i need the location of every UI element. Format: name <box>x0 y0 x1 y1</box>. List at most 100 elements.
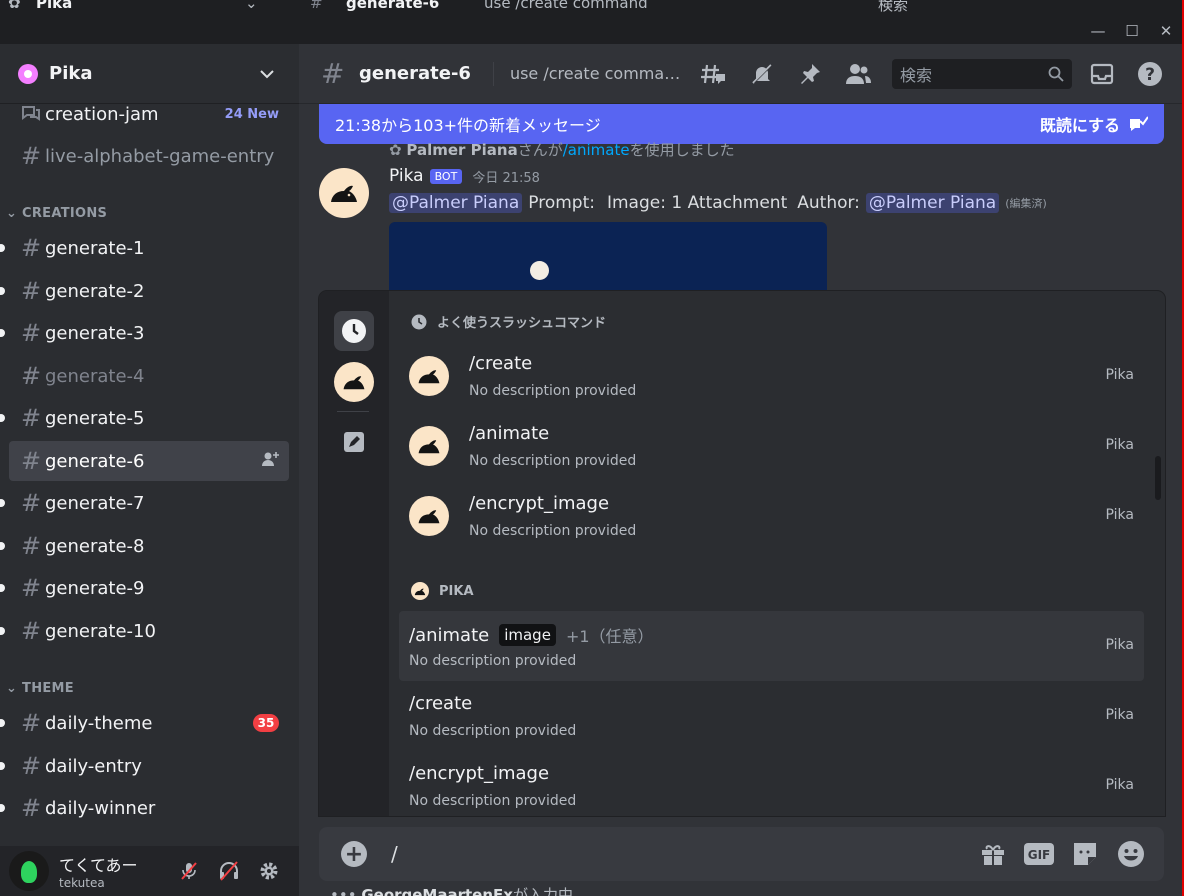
sidebar-item-creation-jam[interactable]: creation-jam 24 New <box>9 94 289 134</box>
add-user-icon[interactable] <box>261 451 279 471</box>
headset-deafened-icon[interactable] <box>209 853 249 889</box>
user-info[interactable]: てくてあー tekutea <box>59 852 169 890</box>
new-messages-banner[interactable]: 21:38から103+件の新着メッセージ 既読にする <box>319 104 1164 144</box>
command-option-animate[interactable]: /animate No description provided Pika <box>399 411 1144 481</box>
hash-icon: # <box>21 709 42 737</box>
recent-clock-icon[interactable] <box>334 311 374 351</box>
channel-label: generate-2 <box>45 280 145 302</box>
sidebar-item-daily-entry[interactable]: # daily-entry <box>0 746 289 786</box>
notification-muted-icon[interactable] <box>738 54 786 94</box>
close-icon[interactable]: ✕ <box>1149 18 1183 44</box>
help-icon[interactable]: ? <box>1126 54 1174 94</box>
command-name: /encrypt_image <box>409 763 550 784</box>
channel-header: # generate-6 use /create command... 検索 ? <box>299 44 1184 104</box>
author-mention[interactable]: @Palmer Piana <box>865 193 1000 213</box>
scrollbar-thumb[interactable] <box>1155 456 1161 500</box>
sticker-icon[interactable] <box>1062 836 1108 872</box>
threads-icon[interactable] <box>690 54 738 94</box>
unread-dot <box>0 804 5 812</box>
command-option-animate-selected[interactable]: /animate image +1（任意） No description pro… <box>399 611 1144 681</box>
maximize-icon[interactable]: ☐ <box>1115 18 1149 44</box>
unread-dot <box>0 499 5 507</box>
command-option-encrypt-image[interactable]: /encrypt_image No description provided P… <box>399 481 1144 551</box>
command-name: /animate <box>469 423 550 444</box>
pin-icon[interactable] <box>786 54 834 94</box>
sidebar-item-daily-theme[interactable]: # daily-theme 35 <box>0 703 289 743</box>
emoji-icon[interactable] <box>1108 836 1154 872</box>
sidebar-item-generate-9[interactable]: # generate-9 <box>0 568 289 608</box>
command-reply-context[interactable]: ✿ Palmer Pianaさんが/animateを使用しました <box>389 139 735 160</box>
gift-icon[interactable] <box>970 836 1016 872</box>
user-mention[interactable]: @Palmer Piana <box>389 193 523 213</box>
command-option-encrypt-image[interactable]: /encrypt_image No description provided P… <box>399 751 1144 816</box>
sidebar-item-generate-7[interactable]: # generate-7 <box>0 483 289 523</box>
hash-icon: # <box>21 362 42 390</box>
sidebar-item-generate-1[interactable]: # generate-1 <box>0 228 289 268</box>
reply-command[interactable]: /animate <box>563 141 630 159</box>
command-required-option: image <box>499 624 556 646</box>
hash-icon: # <box>21 277 42 305</box>
sidebar-item-generate-3[interactable]: # generate-3 <box>0 313 289 353</box>
message-image-attachment[interactable] <box>389 222 827 292</box>
pika-bot-avatar[interactable] <box>319 168 369 218</box>
mark-as-read-label: 既読にする <box>1039 116 1120 135</box>
command-source: Pika <box>1105 707 1134 723</box>
channel-label: live-alphabet-game-entry <box>45 145 275 167</box>
sidebar-item-live-alphabet-game-entry[interactable]: # live-alphabet-game-entry <box>9 136 289 176</box>
command-description: No description provided <box>409 793 577 809</box>
mic-muted-icon[interactable] <box>169 853 209 889</box>
sidebar-item-generate-5[interactable]: # generate-5 <box>0 398 289 438</box>
sidebar-item-generate-2[interactable]: # generate-2 <box>0 271 289 311</box>
chevron-down-icon[interactable] <box>259 64 299 83</box>
member-list-icon[interactable] <box>834 54 882 94</box>
ghost-server-icon: ✿ <box>8 0 21 12</box>
edited-tag: (編集済) <box>1005 197 1047 210</box>
message-composer[interactable]: + / GIF <box>319 827 1164 881</box>
message-input[interactable]: / <box>391 842 970 866</box>
svg-text:GIF: GIF <box>1028 848 1051 862</box>
pika-commands-header: PIKA <box>411 582 474 600</box>
sidebar-item-generate-4[interactable]: # generate-4 <box>9 356 289 396</box>
command-option-create[interactable]: /create No description provided Pika <box>399 681 1144 751</box>
message-timestamp: 今日 21:58 <box>472 170 540 186</box>
sidebar-item-daily-winner[interactable]: # daily-winner <box>0 788 289 828</box>
mark-as-read-button[interactable]: 既読にする <box>1040 112 1148 136</box>
avatar[interactable] <box>9 851 49 891</box>
popup-scrollbar[interactable] <box>1155 291 1161 816</box>
typing-user: GeorgeMaartenFx <box>361 886 513 896</box>
category-creations[interactable]: ⌄ CREATIONS <box>6 206 107 221</box>
category-theme[interactable]: ⌄ THEME <box>6 681 74 696</box>
edit-icon[interactable] <box>334 422 374 462</box>
unread-dot <box>0 542 5 550</box>
minimize-icon[interactable]: — <box>1081 18 1115 44</box>
inbox-icon[interactable] <box>1078 54 1126 94</box>
sidebar-item-generate-8[interactable]: # generate-8 <box>0 526 289 566</box>
user-display-name: てくてあー <box>59 856 138 875</box>
pika-bot-avatar <box>409 426 449 466</box>
new-messages-text: 21:38から103+件の新着メッセージ <box>335 116 601 135</box>
gear-icon[interactable] <box>249 853 289 889</box>
search-input[interactable]: 検索 <box>891 58 1072 89</box>
thread-hash-icon: # <box>21 319 42 347</box>
clock-icon <box>411 314 427 329</box>
command-name: /create <box>409 693 473 714</box>
unread-dot <box>0 719 5 727</box>
pika-app-icon[interactable] <box>334 362 374 402</box>
unread-dot <box>0 414 5 422</box>
category-label: THEME <box>22 681 74 696</box>
unread-dot <box>0 287 5 295</box>
message-author[interactable]: Pika <box>389 166 424 186</box>
channel-label: generate-8 <box>45 535 145 557</box>
message-header: Pika BOT 今日 21:58 <box>389 166 540 186</box>
gif-icon[interactable]: GIF <box>1016 836 1062 872</box>
sidebar-item-generate-6[interactable]: # generate-6 <box>9 441 289 481</box>
command-option-create[interactable]: /create No description provided Pika <box>399 341 1144 411</box>
image-attachment-label: Image: 1 Attachment <box>606 193 788 213</box>
add-attachment-button[interactable]: + <box>341 841 367 867</box>
sidebar-item-generate-10[interactable]: # generate-10 <box>0 611 289 651</box>
command-name: /encrypt_image <box>469 493 610 514</box>
channel-topic[interactable]: use /create command... <box>510 64 690 83</box>
slash-command-popup: よく使うスラッシュコマンド /create No description pro… <box>319 291 1165 816</box>
command-description: No description provided <box>409 653 577 669</box>
reply-user: Palmer Piana <box>406 141 518 159</box>
